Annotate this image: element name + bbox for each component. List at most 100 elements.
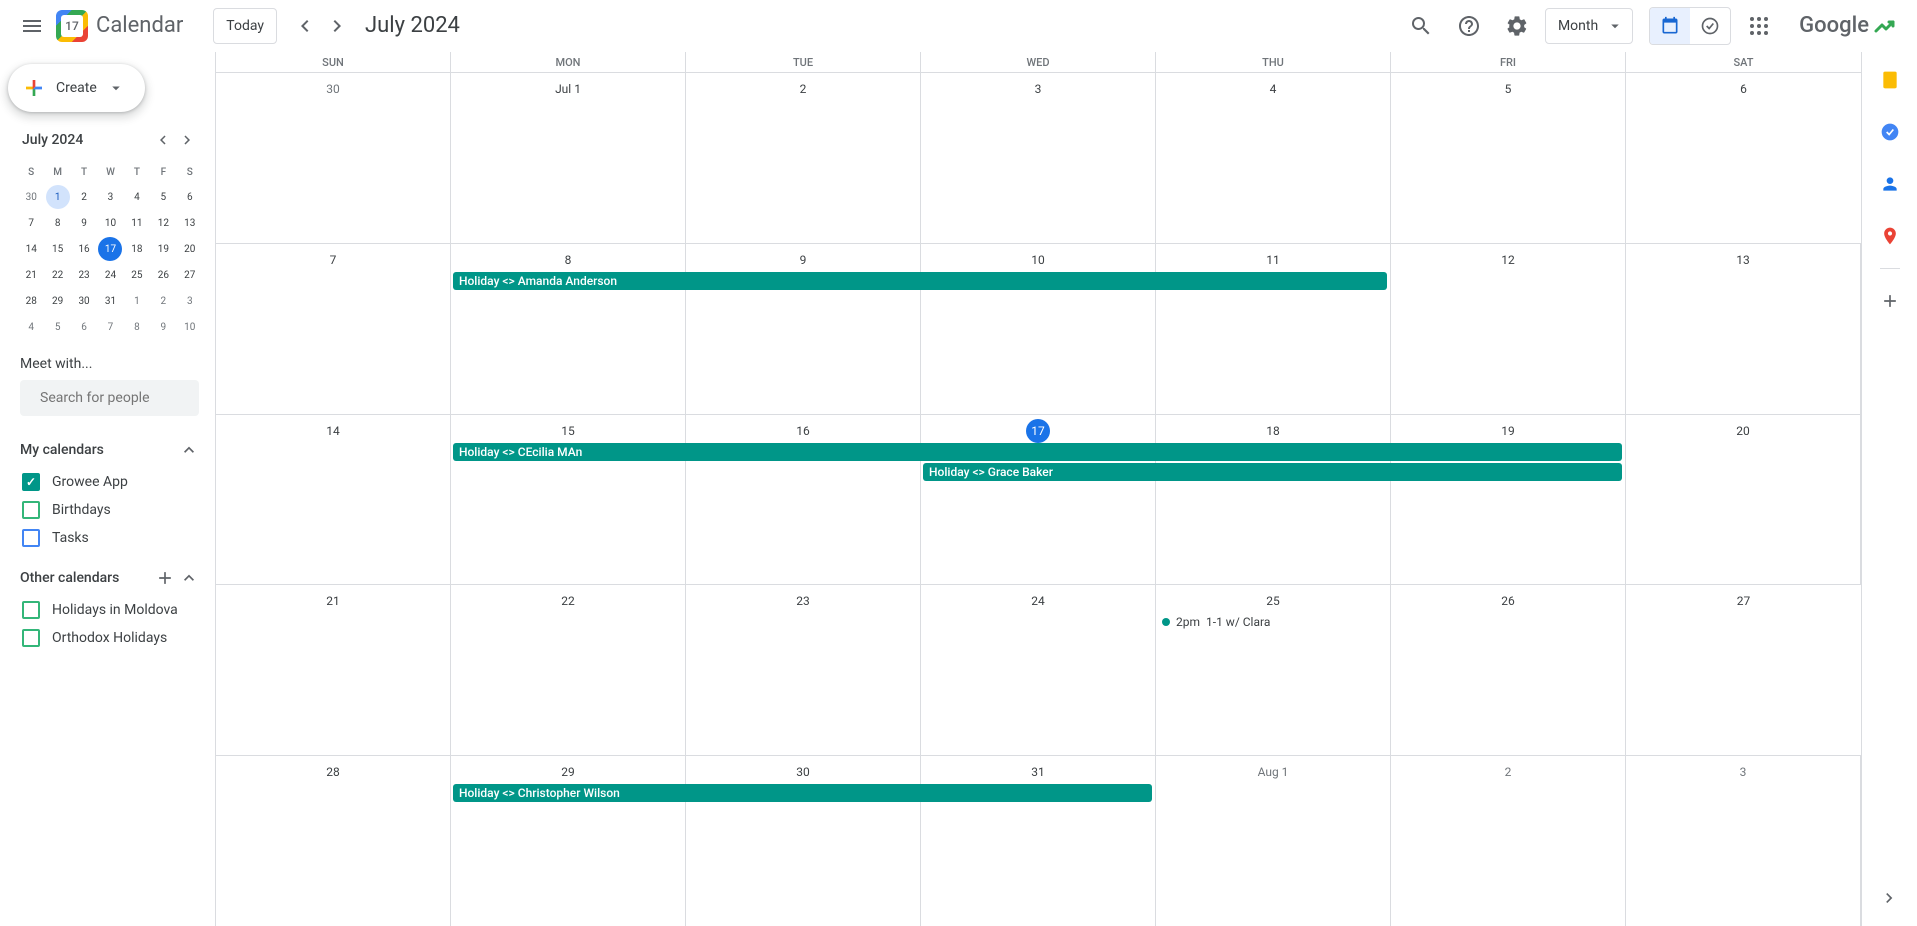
view-selector[interactable]: Month <box>1545 8 1633 44</box>
maps-button[interactable] <box>1870 216 1910 256</box>
mini-day-cell[interactable]: 12 <box>151 211 175 235</box>
mini-day-cell[interactable]: 19 <box>151 237 175 261</box>
day-cell[interactable]: 2 <box>1391 756 1626 926</box>
day-cell[interactable]: 26 <box>1391 585 1626 755</box>
mini-day-cell[interactable]: 26 <box>151 263 175 287</box>
support-button[interactable] <box>1449 6 1489 46</box>
all-day-event[interactable]: Holiday <> Amanda Anderson <box>453 272 1387 290</box>
day-cell[interactable]: 3 <box>921 73 1156 243</box>
day-cell[interactable]: 31 <box>921 756 1156 926</box>
mini-day-cell[interactable]: 4 <box>19 315 43 339</box>
google-account[interactable]: Google <box>1799 13 1897 38</box>
mini-day-cell[interactable]: 27 <box>178 263 202 287</box>
mini-day-cell[interactable]: 23 <box>72 263 96 287</box>
day-cell[interactable]: Aug 1 <box>1156 756 1391 926</box>
day-cell[interactable]: 18 <box>1156 415 1391 585</box>
day-cell[interactable]: 28 <box>216 756 451 926</box>
day-cell[interactable]: 30 <box>686 756 921 926</box>
day-cell[interactable]: 5 <box>1391 73 1626 243</box>
mini-day-cell[interactable]: 25 <box>125 263 149 287</box>
day-cell[interactable]: Jul 1 <box>451 73 686 243</box>
prev-period-button[interactable] <box>289 10 321 42</box>
day-cell[interactable]: 3 <box>1626 756 1861 926</box>
mini-day-cell[interactable]: 10 <box>178 315 202 339</box>
mini-day-cell[interactable]: 21 <box>19 263 43 287</box>
day-cell[interactable]: 8 <box>451 244 686 414</box>
mini-day-cell[interactable]: 1 <box>125 289 149 313</box>
all-day-event[interactable]: Holiday <> CEcilia MAn <box>453 443 1622 461</box>
mini-day-cell[interactable]: 30 <box>72 289 96 313</box>
create-button[interactable]: Create <box>8 64 145 112</box>
tasks-button[interactable] <box>1870 112 1910 152</box>
day-cell[interactable]: 20 <box>1626 415 1861 585</box>
calendar-checkbox[interactable] <box>22 629 40 647</box>
addons-button[interactable] <box>1870 281 1910 321</box>
mini-day-cell[interactable]: 2 <box>151 289 175 313</box>
day-cell[interactable]: 30 <box>216 73 451 243</box>
contacts-button[interactable] <box>1870 164 1910 204</box>
day-cell[interactable]: 27 <box>1626 585 1861 755</box>
add-icon[interactable] <box>155 568 175 588</box>
mini-day-cell[interactable]: 18 <box>125 237 149 261</box>
calendar-item[interactable]: Birthdays <box>20 496 199 524</box>
calendar-item[interactable]: Holidays in Moldova <box>20 596 199 624</box>
day-cell[interactable]: 16 <box>686 415 921 585</box>
calendar-item[interactable]: Orthodox Holidays <box>20 624 199 652</box>
mini-day-cell[interactable]: 31 <box>98 289 122 313</box>
mini-day-cell[interactable]: 9 <box>72 211 96 235</box>
mini-day-cell[interactable]: 5 <box>151 185 175 209</box>
day-cell[interactable]: 22 <box>451 585 686 755</box>
day-cell[interactable]: 12 <box>1391 244 1626 414</box>
mini-day-cell[interactable]: 28 <box>19 289 43 313</box>
mini-day-cell[interactable]: 16 <box>72 237 96 261</box>
day-cell[interactable]: 21 <box>216 585 451 755</box>
other-calendars-header[interactable]: Other calendars <box>20 560 199 596</box>
day-cell[interactable]: 17 <box>921 415 1156 585</box>
day-cell[interactable]: 7 <box>216 244 451 414</box>
mini-day-cell[interactable]: 6 <box>178 185 202 209</box>
day-cell[interactable]: 252pm1-1 w/ Clara <box>1156 585 1391 755</box>
mini-day-cell[interactable]: 22 <box>46 263 70 287</box>
people-search[interactable] <box>20 380 199 416</box>
mini-day-cell[interactable]: 24 <box>98 263 122 287</box>
calendar-checkbox[interactable] <box>22 529 40 547</box>
people-search-input[interactable] <box>40 390 215 406</box>
mini-day-cell[interactable]: 15 <box>46 237 70 261</box>
main-menu-button[interactable] <box>8 2 56 50</box>
settings-button[interactable] <box>1497 6 1537 46</box>
day-cell[interactable]: 14 <box>216 415 451 585</box>
mini-day-cell[interactable]: 7 <box>98 315 122 339</box>
day-cell[interactable]: 19 <box>1391 415 1626 585</box>
day-cell[interactable]: 24 <box>921 585 1156 755</box>
day-cell[interactable]: 11 <box>1156 244 1391 414</box>
all-day-event[interactable]: Holiday <> Christopher Wilson <box>453 784 1152 802</box>
mini-day-cell[interactable]: 14 <box>19 237 43 261</box>
day-cell[interactable]: 2 <box>686 73 921 243</box>
day-cell[interactable]: 23 <box>686 585 921 755</box>
keep-button[interactable] <box>1870 60 1910 100</box>
mini-day-cell[interactable]: 8 <box>46 211 70 235</box>
calendar-item[interactable]: Tasks <box>20 524 199 552</box>
today-button[interactable]: Today <box>213 8 277 44</box>
next-period-button[interactable] <box>321 10 353 42</box>
all-day-event[interactable]: Holiday <> Grace Baker <box>923 463 1622 481</box>
day-cell[interactable]: 29 <box>451 756 686 926</box>
day-cell[interactable]: 13 <box>1626 244 1861 414</box>
timed-event[interactable]: 2pm1-1 w/ Clara <box>1156 613 1390 631</box>
day-cell[interactable]: 4 <box>1156 73 1391 243</box>
google-apps-button[interactable] <box>1739 6 1779 46</box>
day-cell[interactable]: 6 <box>1626 73 1861 243</box>
calendar-checkbox[interactable] <box>22 473 40 491</box>
day-cell[interactable]: 15 <box>451 415 686 585</box>
day-cell[interactable]: 10 <box>921 244 1156 414</box>
mini-day-cell[interactable]: 20 <box>178 237 202 261</box>
mini-day-cell[interactable]: 4 <box>125 185 149 209</box>
calendar-checkbox[interactable] <box>22 501 40 519</box>
calendar-item[interactable]: Growee App <box>20 468 199 496</box>
calendar-checkbox[interactable] <box>22 601 40 619</box>
mini-prev-button[interactable] <box>151 128 175 152</box>
mini-day-cell[interactable]: 13 <box>178 211 202 235</box>
mini-day-cell[interactable]: 1 <box>46 185 70 209</box>
mini-next-button[interactable] <box>175 128 199 152</box>
calendar-view-toggle[interactable] <box>1650 8 1690 44</box>
